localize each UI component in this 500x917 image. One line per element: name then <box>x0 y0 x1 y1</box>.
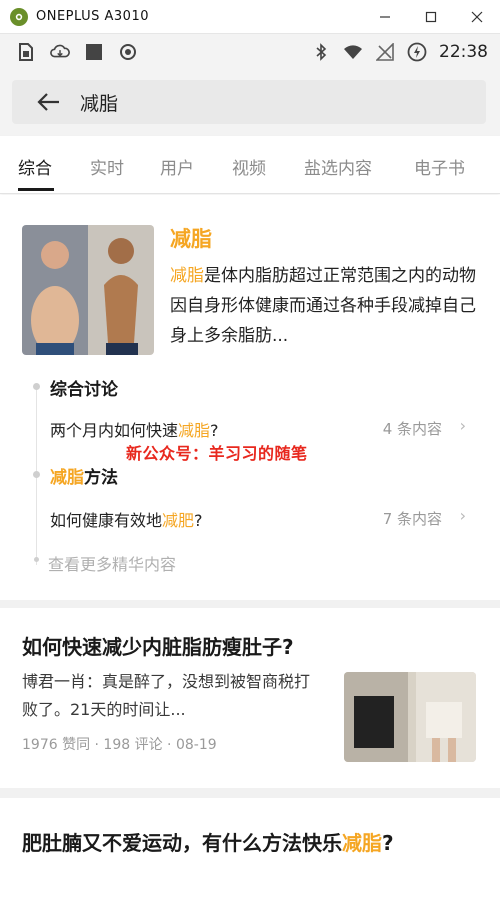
sim-card-icon <box>16 42 36 62</box>
maximize-icon <box>425 11 437 23</box>
topic-image[interactable] <box>22 225 154 355</box>
window-title-bar: ONEPLUS A3010 <box>0 0 500 34</box>
timeline-dot <box>34 557 39 562</box>
tab-premium-content[interactable]: 盐选内容 <box>304 154 372 179</box>
android-logo-icon <box>10 7 28 26</box>
content-count: 4 条内容 <box>382 420 442 438</box>
question-text: 两个月内如何快速减脂? <box>50 421 219 440</box>
window-title: ONEPLUS A3010 <box>36 9 149 24</box>
tab-ebooks[interactable]: 电子书 <box>414 154 465 179</box>
watermark-text: 新公众号：羊习习的随笔 <box>126 444 308 463</box>
chevron-right-icon: › <box>459 506 466 525</box>
status-bar: 22:38 <box>0 34 500 70</box>
chevron-right-icon: › <box>459 416 466 435</box>
back-arrow-icon[interactable] <box>34 87 64 117</box>
article-meta: 1976 赞同 · 198 评论 · 08-19 <box>22 737 217 753</box>
content-count: 7 条内容 <box>382 510 442 528</box>
cloud-download-icon <box>50 42 70 62</box>
tab-comprehensive[interactable]: 综合 <box>18 154 52 179</box>
search-header: 减脂 <box>0 70 500 136</box>
active-tab-indicator <box>18 188 54 191</box>
view-more-link[interactable]: 查看更多精华内容 <box>48 551 176 575</box>
article-excerpt[interactable]: 博君一肖：真是醉了，没想到被智商税打败了。21天的时间让... <box>22 668 322 724</box>
article-title[interactable]: 如何快速减少内脏脂肪瘦肚子? <box>22 630 478 664</box>
timeline-dot <box>33 471 40 478</box>
record-icon <box>118 42 138 62</box>
search-query[interactable]: 减脂 <box>80 89 118 116</box>
search-results-feed: 减脂 减脂是体内脂肪超过正常范围之内的动物因自身形体健康而通过各种手段减掉自己身… <box>0 195 500 917</box>
tab-realtime[interactable]: 实时 <box>90 154 124 179</box>
search-input[interactable]: 减脂 <box>12 80 486 124</box>
minimize-icon <box>380 16 390 18</box>
tab-videos[interactable]: 视频 <box>232 154 266 179</box>
article-title[interactable]: 肥肚腩又不爱运动，有什么方法快乐减脂? <box>22 826 478 860</box>
tab-users[interactable]: 用户 <box>160 154 194 179</box>
topic-description: 减脂是体内脂肪超过正常范围之内的动物因自身形体健康而通过各种手段减掉自己身上多余… <box>170 266 476 346</box>
section-title-method: 减脂方法 <box>50 468 118 488</box>
timeline-dot <box>33 383 40 390</box>
bluetooth-icon <box>311 42 331 62</box>
article-thumbnail[interactable] <box>344 672 476 762</box>
topic-title[interactable]: 减脂 <box>170 223 212 253</box>
result-tabs: 综合 实时 用户 视频 盐选内容 电子书 <box>0 136 500 194</box>
topic-card[interactable]: 减脂 减脂是体内脂肪超过正常范围之内的动物因自身形体健康而通过各种手段减掉自己身… <box>0 195 500 600</box>
article-card[interactable]: 如何快速减少内脏脂肪瘦肚子? 博君一肖：真是醉了，没想到被智商税打败了。21天的… <box>0 608 500 788</box>
article-card[interactable]: 肥肚腩又不爱运动，有什么方法快乐减脂? <box>0 798 500 917</box>
clock: 22:38 <box>439 42 488 62</box>
section-title-discussion: 综合讨论 <box>50 380 118 400</box>
question-text: 如何健康有效地减肥? <box>50 511 203 530</box>
square-app-icon <box>84 42 104 62</box>
wifi-icon <box>343 42 363 62</box>
no-signal-icon <box>375 42 395 62</box>
close-button[interactable] <box>454 0 500 34</box>
close-icon <box>471 11 483 23</box>
minimize-button[interactable] <box>362 0 408 34</box>
battery-saver-icon <box>407 42 427 62</box>
maximize-button[interactable] <box>408 0 454 34</box>
